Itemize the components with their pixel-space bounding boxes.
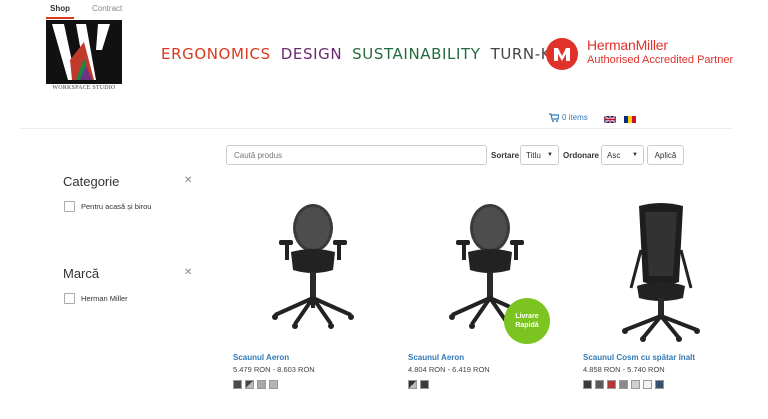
color-swatch[interactable]	[257, 380, 266, 389]
product-image[interactable]	[583, 190, 739, 345]
tagline-sustainability: SUSTAINABILITY	[352, 45, 481, 63]
checkbox[interactable]	[64, 201, 75, 212]
color-swatch[interactable]	[631, 380, 640, 389]
filter-option-label: Pentru acasă și birou	[81, 202, 152, 211]
color-swatch[interactable]	[233, 380, 242, 389]
color-swatch[interactable]	[408, 380, 417, 389]
sort-select[interactable]: Titlu ▼	[520, 145, 559, 165]
color-swatch[interactable]	[643, 380, 652, 389]
header-divider	[20, 128, 732, 129]
close-icon[interactable]: ✕	[184, 267, 192, 278]
color-swatches	[583, 380, 739, 389]
partner-name: HermanMiller	[587, 37, 668, 53]
cart-count: 0 items	[562, 113, 588, 122]
product-price: 4.858 RON - 5.740 RON	[583, 365, 665, 374]
cart-icon	[549, 113, 559, 122]
order-label: Ordonare	[563, 151, 600, 160]
checkbox[interactable]	[64, 293, 75, 304]
order-select-value: Asc	[607, 150, 621, 160]
tagline: ERGONOMICS DESIGN SUSTAINABILITY TURN-KE…	[161, 45, 571, 63]
color-swatch[interactable]	[595, 380, 604, 389]
product-price: 4.804 RON - 6.419 RON	[408, 365, 490, 374]
filter-option-label: Herman Miller	[81, 294, 128, 303]
product-name[interactable]: Scaunul Aeron	[233, 353, 389, 362]
chevron-down-icon: ▼	[547, 152, 553, 158]
nav-contract[interactable]: Contract	[88, 0, 126, 19]
tagline-design: DESIGN	[280, 45, 343, 63]
color-swatch[interactable]	[420, 380, 429, 389]
close-icon[interactable]: ✕	[184, 175, 192, 186]
filter-brand-title: Marcă	[63, 266, 100, 281]
cart-link[interactable]: 0 items	[549, 113, 588, 122]
color-swatch[interactable]	[607, 380, 616, 389]
tagline-ergonomics: ERGONOMICS	[161, 45, 271, 63]
color-swatches	[408, 380, 564, 389]
logo-caption: WORKSPACE STUDIO	[52, 85, 116, 91]
herman-miller-logo-icon	[546, 38, 578, 70]
fast-delivery-badge: Livrare Rapidă	[504, 298, 550, 344]
sort-select-value: Titlu	[526, 150, 541, 160]
flag-ro-icon[interactable]	[624, 116, 636, 123]
product-price: 5.479 RON - 8.603 RON	[233, 365, 315, 374]
product-name[interactable]: Scaunul Cosm cu spătar înalt	[583, 353, 739, 362]
product-image[interactable]	[233, 190, 389, 345]
filter-brand-option[interactable]: Herman Miller	[64, 293, 128, 304]
partner-subtitle: Authorised Accredited Partner	[587, 54, 734, 66]
chevron-down-icon: ▼	[632, 152, 638, 158]
product-card[interactable]: Scaunul Cosm cu spătar înalt 4.858 RON -…	[583, 190, 739, 389]
color-swatch[interactable]	[583, 380, 592, 389]
sort-label: Sortare	[491, 151, 520, 160]
order-select[interactable]: Asc ▼	[601, 145, 644, 165]
product-card[interactable]: Livrare Rapidă Scaunul Aeron 4.804 RON -…	[408, 190, 564, 389]
product-card[interactable]: Scaunul Aeron 5.479 RON - 8.603 RON	[233, 190, 389, 389]
color-swatch[interactable]	[269, 380, 278, 389]
color-swatches	[233, 380, 389, 389]
filter-category-title: Categorie	[63, 174, 120, 189]
product-name[interactable]: Scaunul Aeron	[408, 353, 564, 362]
color-swatch[interactable]	[619, 380, 628, 389]
top-nav: Shop Contract	[46, 0, 126, 19]
color-swatch[interactable]	[245, 380, 254, 389]
nav-shop[interactable]: Shop	[46, 0, 74, 19]
flag-uk-icon[interactable]	[604, 116, 616, 123]
search-input[interactable]	[226, 145, 487, 165]
filter-category-option[interactable]: Pentru acasă și birou	[64, 201, 151, 212]
apply-button[interactable]: Aplică	[647, 145, 684, 165]
color-swatch[interactable]	[655, 380, 664, 389]
